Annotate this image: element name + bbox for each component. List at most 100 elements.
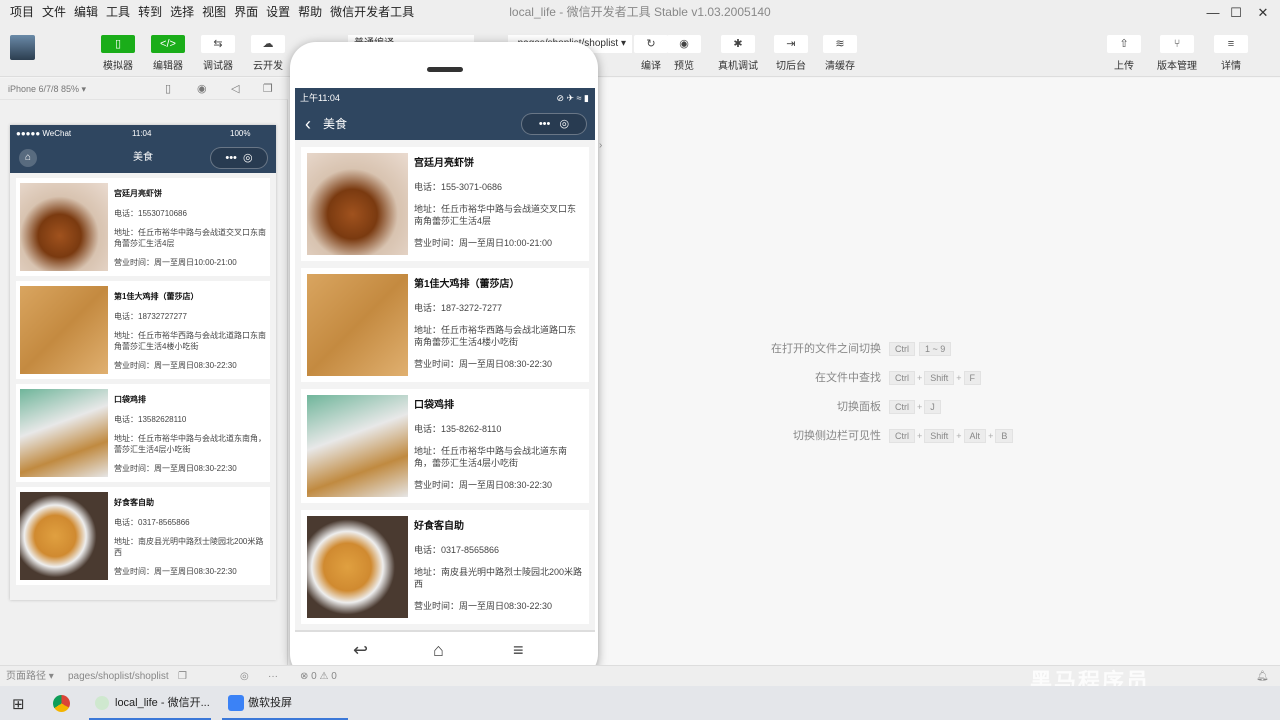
shop-image [20,286,108,374]
back-nav-icon[interactable]: ↩ [353,640,368,661]
home-icon[interactable]: ⌂ [19,149,37,167]
button-label: 上传 [1114,61,1134,72]
simulator-toggle-button[interactable]: ▯ 模拟器 [100,35,136,72]
plus-sign: + [917,373,923,383]
shop-list[interactable]: 宫廷月亮虾饼 电话：155-3071-0686 地址：任丘市裕华中路与会战道交叉… [295,140,595,630]
preview-button[interactable]: ◉ 预览 [666,35,702,72]
shop-hours: 营业时间：周一至周日08:30-22:30 [114,361,237,370]
plus-sign: + [917,431,923,441]
key-cap: J [924,400,941,414]
popout-icon[interactable]: ❐ [263,78,273,100]
shop-phone: 电话：0317-8565866 [114,518,190,527]
windows-start-icon[interactable]: ⊞ [12,695,25,713]
device-icon[interactable]: ▯ [165,78,171,100]
taskbar-app-devtools[interactable]: local_life - 微信开... [89,686,211,720]
chrome-icon[interactable] [53,695,70,712]
speaker-notch [427,67,463,72]
key-cap: Ctrl [889,400,915,414]
shop-address: 地址：任丘市裕华西路与会战北道路口东南角蕾莎汇生活4楼小吃街 [114,331,266,351]
nav-title: 美食 [133,152,153,163]
close-button[interactable]: ✕ [1240,0,1280,25]
shop-address: 地址：任丘市裕华中路与会战道交叉口东南角蕾莎汇生活4层 [414,204,577,226]
editor-toggle-button[interactable]: </> 编辑器 [150,35,186,72]
capsule-menu[interactable]: ••• ◎ [521,113,587,135]
shop-phone: 电话：15530710686 [114,209,187,218]
app-label: 傲软投屏 [248,697,292,709]
shortcut-hint: 切换面板 Ctrl + J [759,398,943,414]
shortcut-label: 在打开的文件之间切换 [771,343,881,355]
shop-phone: 电话：13582628110 [114,415,187,424]
taskbar: ⊞ local_life - 微信开... 傲软投屏 [0,686,1280,720]
status-bar: 上午11:04 ⊘ ✈ ≈ ▮ [295,88,595,108]
shop-card[interactable]: 第1佳大鸡排（蕾莎店） 电话：18732727277 地址：任丘市裕华西路与会战… [16,281,270,379]
debugger-toggle-button[interactable]: ⇆ 调试器 [200,35,236,72]
shortcut-label: 切换侧边栏可见性 [793,430,881,442]
volume-icon[interactable]: ◁ [231,78,239,100]
clear-cache-button[interactable]: ≋ 清缓存 [822,35,858,72]
shop-phone: 电话：155-3071-0686 [414,182,503,192]
remote-debug-button[interactable]: ✱ 真机调试 [718,35,758,72]
error-count[interactable]: ⊗ 0 ⚠ 0 [300,666,337,687]
eye-icon[interactable]: ◎ [240,666,249,687]
key-cap: Alt [963,429,987,443]
record-icon[interactable]: ◉ [197,78,207,100]
nav-bar: ⌂ 美食 ••• ◎ [10,143,276,173]
cloud-dev-button[interactable]: ☁ 云开发 [250,35,286,72]
shop-card[interactable]: 宫廷月亮虾饼 电话：15530710686 地址：任丘市裕华中路与会战道交叉口东… [16,178,270,276]
shop-card[interactable]: 第1佳大鸡排（蕾莎店） 电话：187-3272-7277 地址：任丘市裕华西路与… [301,268,589,382]
details-button[interactable]: ≡ 详情 [1213,35,1249,72]
button-label: 模拟器 [103,61,133,72]
shop-name: 口袋鸡排 [414,400,454,411]
key-cap: Ctrl [889,429,915,443]
shop-card[interactable]: 好食客自助 电话：0317-8565866 地址：南皮县光明中路烈士陵园北200… [301,510,589,624]
shop-hours: 营业时间：周一至周日08:30-22:30 [114,464,237,473]
page-path-label[interactable]: 页面路径 ▾ [6,666,54,687]
status-bar: ●●●●● WeChat 11:04 100% [10,125,276,143]
shop-hours: 营业时间：周一至周日08:30-22:30 [414,480,553,490]
shop-card[interactable]: 好食客自助 电话：0317-8565866 地址：南皮县光明中路烈士陵园北200… [16,487,270,585]
capsule-menu[interactable]: ••• ◎ [210,147,268,169]
time: 11:04 [132,129,152,138]
bell-icon[interactable]: 🔔︎ [1256,666,1269,687]
taskbar-app-mirror[interactable]: 傲软投屏 [222,686,348,720]
version-button[interactable]: ⑂ 版本管理 [1157,35,1197,72]
shop-card[interactable]: 宫廷月亮虾饼 电话：155-3071-0686 地址：任丘市裕华中路与会战道交叉… [301,147,589,261]
menu-nav-icon[interactable]: ≡ [513,640,524,661]
toolbar: ▯模拟器 </>编辑器 ⇆调试器 ☁云开发 普通编译 pages/shoplis… [0,25,1280,77]
menu-bar: 项目 文件 编辑 工具 转到 选择 视图 界面 设置 帮助 微信开发者工具 local_life -… [0,0,1280,25]
shop-hours: 营业时间：周一至周日08:30-22:30 [414,359,553,369]
key-cap: Shift [924,371,955,385]
code-icon: </> [151,35,185,53]
button-label: 云开发 [253,61,283,72]
avatar[interactable] [10,35,35,60]
collapse-arrow-icon[interactable]: › [599,140,602,151]
shop-image [307,516,408,618]
shop-address: 地址：南皮县光明中路烈士陵园北200米路西 [414,567,583,589]
home-nav-icon[interactable]: ⌂ [433,640,444,661]
copy-icon[interactable]: ❐ [178,666,187,687]
button-label: 详情 [1221,61,1241,72]
upload-button[interactable]: ⇧ 上传 [1106,35,1142,72]
background-button[interactable]: ⇥ 切后台 [773,35,809,72]
battery: 100% [230,129,251,138]
shop-name: 口袋鸡排 [114,395,146,404]
key-cap: Shift [924,429,955,443]
phone-icon: ▯ [101,35,135,53]
plus-sign: + [917,402,923,412]
plus-sign: + [956,431,962,441]
shortcut-hint: 在文件中查找 Ctrl + Shift + F [759,369,983,385]
upload-icon: ⇧ [1107,35,1141,53]
shortcut-label: 切换面板 [837,401,881,413]
button-label: 调试器 [203,61,233,72]
key-cap: 1 ~ 9 [919,342,952,356]
carrier: ●●●●● WeChat [16,129,72,138]
shop-image [307,274,408,376]
shop-name: 好食客自助 [414,521,464,532]
shop-card[interactable]: 口袋鸡排 电话：135-8262-8110 地址：任丘市裕华中路与会战北道东南角… [301,389,589,503]
shop-card[interactable]: 口袋鸡排 电话：13582628110 地址：任丘市裕华中路与会战北道东南角，蕾… [16,384,270,482]
key-cap: F [963,371,982,385]
device-select[interactable]: iPhone 6/7/8 85% ▾ [8,84,86,94]
shop-name: 第1佳大鸡排（蕾莎店） [114,292,199,301]
more-icon[interactable]: ··· [268,666,278,687]
back-icon[interactable]: ‹ [305,108,311,140]
